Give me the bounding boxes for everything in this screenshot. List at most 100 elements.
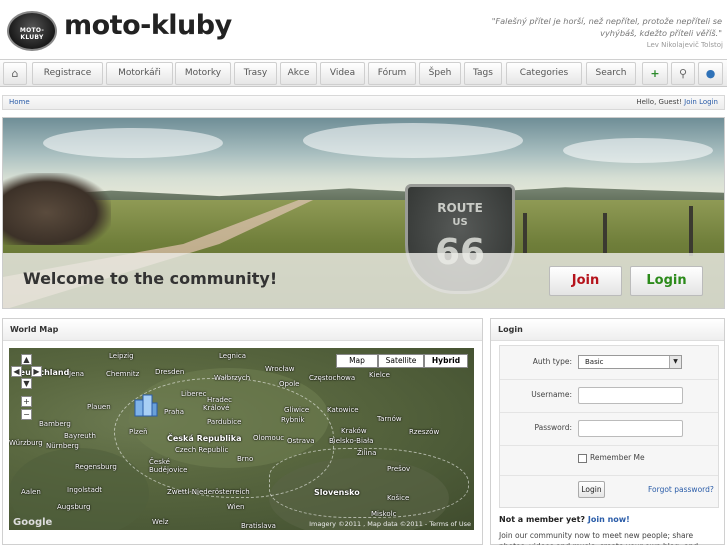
nav-item-trasy[interactable]: Trasy [234,62,277,85]
building-marker-icon[interactable] [132,392,158,418]
add-icon: + [650,67,660,80]
hero-old-car [3,173,111,245]
map-label: Bayreuth [64,432,96,440]
nav-home-button[interactable]: ⌂ [3,62,27,85]
forgot-password-link[interactable]: Forgot password? [648,485,714,494]
zoom-out-icon[interactable]: − [21,409,32,420]
map-type-hybrid[interactable]: Hybrid [424,354,468,368]
map-label: Olomouc [253,434,285,442]
map-label: Katowice [327,406,359,414]
auth-type-label: Auth type: [532,357,572,366]
map-credit[interactable]: Imagery ©2011 , Map data ©2011 - Terms o… [309,520,471,528]
not-member-line: Not a member yet? Join now! [499,515,630,524]
globe-icon: ● [705,67,716,80]
hero-banner: ROUTE US 66 Welcome to the community! Jo… [2,117,725,309]
map-label: Brno [237,455,254,463]
map-label: Liberec [181,390,207,398]
map-label: Rzeszów [409,428,440,436]
site-header: MOTO-KLUBY moto-kluby "Falešný přítel je… [0,0,727,58]
pan-left-icon[interactable]: ◀ [11,366,22,377]
map-label: Aalen [21,488,41,496]
sign-route-text: ROUTE [437,201,483,215]
welcome-heading: Welcome to the community! [23,269,278,288]
map-label: Budějovice [149,466,188,474]
nav-item-registrace[interactable]: Registrace [32,62,103,85]
map-label: Hradec [207,396,233,404]
map-label: Miskolc [371,510,397,518]
nav-item-akce[interactable]: Akce [280,62,317,85]
main-nav: ⌂ Registrace Motorkáři Motorky Trasy Akc… [0,59,727,87]
login-form: Auth type: Basic ▼ Username: Password: R… [499,345,719,508]
magnifier-icon: ⚲ [678,67,688,80]
map-label: Slovensko [314,488,360,497]
map-type-map[interactable]: Map [336,354,378,368]
hero-login-button[interactable]: Login [630,266,703,296]
breadcrumb-home-link[interactable]: Home [9,98,30,106]
map-label: Częstochowa [309,374,356,382]
password-label: Password: [534,423,572,432]
nav-item-speh[interactable]: Špeh [419,62,461,85]
google-logo: Google [13,517,53,528]
sign-us-text: US [452,217,468,228]
header-join-link[interactable]: Join [684,98,697,106]
map-label: Česká Republika [167,434,242,443]
pan-down-icon[interactable]: ▼ [21,378,32,389]
map-label: Plauen [87,403,111,411]
nav-item-tags[interactable]: Tags [464,62,502,85]
breadcrumb-bar: Home Hello, Guest! Join Login [2,95,725,110]
zoom-in-icon[interactable]: + [21,396,32,407]
username-field[interactable] [578,387,683,404]
pan-right-icon[interactable]: ▶ [31,366,42,377]
join-description: Join our community now to meet new peopl… [499,531,698,545]
map-label: Gliwice [284,406,310,414]
world-map-title: World Map [3,319,482,341]
map-label: Regensburg [75,463,117,471]
map-label: Leipzig [109,352,134,360]
map-label: Bratislava [241,522,276,530]
site-name[interactable]: moto-kluby [64,10,232,41]
map-label: Welz [152,518,169,526]
map-label: Würzburg [9,439,43,447]
map-label: Rybnik [281,416,305,424]
map-type-satellite[interactable]: Satellite [378,354,424,368]
login-title: Login [491,319,724,341]
greeting-text: Hello, Guest! [636,98,682,106]
header-quote: "Falešný přítel je horší, než nepřítel, … [491,16,722,38]
country-border [269,448,469,518]
map-label: České [149,458,170,466]
map-label: Kraków [341,427,367,435]
map-label: Králové [203,404,230,412]
remember-me-label[interactable]: Remember Me [590,453,645,462]
nav-item-motorky[interactable]: Motorky [175,62,231,85]
map-label: Ostrava [287,437,315,445]
nav-item-search[interactable]: Search [586,62,636,85]
nav-item-videa[interactable]: Videa [320,62,365,85]
map-label: Košice [387,494,410,502]
site-logo[interactable]: MOTO-KLUBY [7,11,57,51]
remember-me-checkbox[interactable] [578,454,587,463]
map-label: Tarnów [377,415,402,423]
map-label: Prešov [387,465,411,473]
join-now-link[interactable]: Join now! [588,515,630,524]
nav-item-categories[interactable]: Categories [506,62,582,85]
nav-language-button[interactable]: ● [698,62,723,85]
not-member-text: Not a member yet? [499,515,586,524]
auth-type-value: Basic [585,358,604,366]
map-label: Wien [227,503,245,511]
map-label: Žilina [357,449,377,457]
world-map[interactable]: Leipzig Legnica Wrocław Chemnitz Dresden… [9,348,474,530]
password-field[interactable] [578,420,683,437]
username-label: Username: [531,390,572,399]
guest-greeting: Hello, Guest! Join Login [636,98,718,106]
auth-type-select[interactable]: Basic ▼ [578,355,682,369]
logo-badge-text: MOTO-KLUBY [19,27,45,41]
pan-up-icon[interactable]: ▲ [21,354,32,365]
login-submit-button[interactable]: Login [578,481,605,498]
nav-item-forum[interactable]: Fórum [368,62,416,85]
header-login-link[interactable]: Login [699,98,718,106]
map-label: Augsburg [57,503,91,511]
nav-item-motorkari[interactable]: Motorkáři [106,62,173,85]
nav-search-button[interactable]: ⚲ [671,62,695,85]
nav-add-button[interactable]: + [642,62,668,85]
hero-join-button[interactable]: Join [549,266,622,296]
